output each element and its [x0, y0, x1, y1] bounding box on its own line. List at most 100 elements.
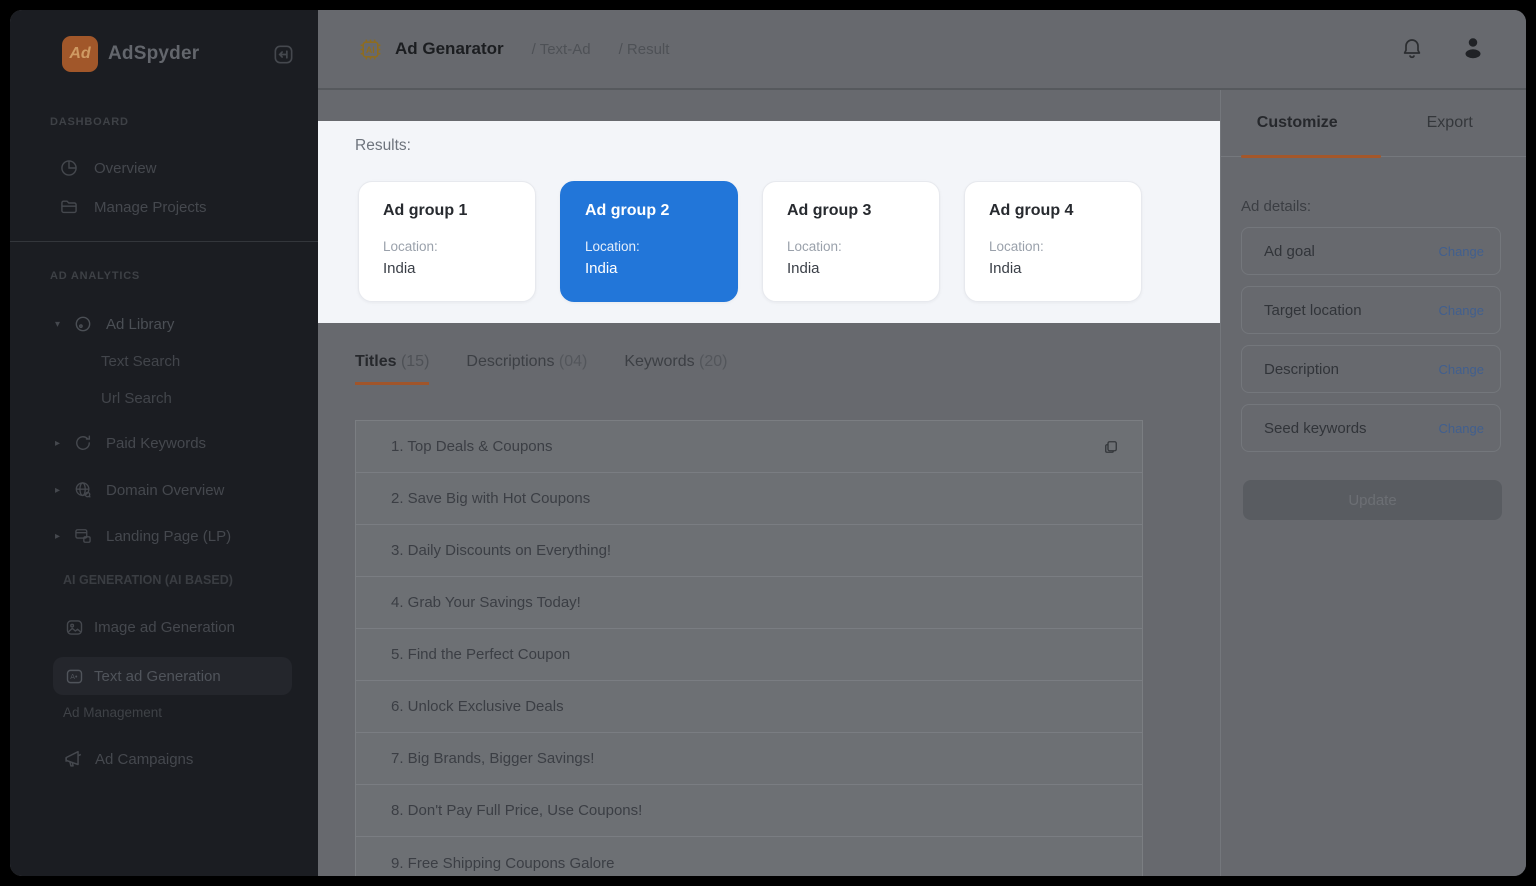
- ad-group-name: Ad group 4: [989, 202, 1074, 219]
- ad-group-card-2-selected[interactable]: Ad group 2 Location: India: [560, 181, 738, 302]
- sidebar-item-label: Ad Library: [106, 315, 175, 333]
- chevron-right-icon: ▸: [55, 484, 61, 496]
- sidebar-item-label: Text Search: [101, 352, 181, 370]
- sidebar-item-label: Paid Keywords: [106, 434, 207, 452]
- breadcrumb: AI Ad Genarator / Text-Ad / Result: [358, 37, 669, 62]
- sidebar-divider: [10, 241, 318, 242]
- customize-panel: Customize Export Ad details: Ad goal Cha…: [1220, 90, 1526, 876]
- tab-count: (15): [400, 353, 430, 370]
- tab-label: Descriptions: [466, 353, 555, 370]
- adspyder-logo-icon: Ad: [62, 36, 98, 72]
- location-label: Location:: [383, 239, 438, 254]
- detail-label: Seed keywords: [1264, 419, 1367, 437]
- titles-list: 1. Top Deals & Coupons 2. Save Big with …: [355, 420, 1143, 876]
- tab-customize[interactable]: Customize: [1221, 90, 1374, 156]
- text-ad-icon: A•: [64, 666, 85, 687]
- chevron-right-icon: ▸: [55, 530, 61, 542]
- title-row-4[interactable]: 4. Grab Your Savings Today!: [356, 577, 1142, 629]
- title-row-9[interactable]: 9. Free Shipping Coupons Galore: [356, 837, 1142, 876]
- ad-group-cards: Ad group 1 Location: India Ad group 2 Lo…: [358, 181, 1142, 302]
- sidebar-item-overview[interactable]: Overview: [10, 148, 318, 188]
- landing-page-icon: [73, 526, 93, 546]
- ad-group-card-3[interactable]: Ad group 3 Location: India: [762, 181, 940, 302]
- sidebar-item-text-ad-generation[interactable]: A• Text ad Generation: [10, 657, 318, 695]
- title-text: 6. Unlock Exclusive Deals: [391, 698, 564, 715]
- sidebar-collapse-icon[interactable]: [272, 43, 295, 66]
- tab-keywords[interactable]: Keywords (20): [624, 353, 727, 385]
- ad-details-label: Ad details:: [1241, 198, 1312, 215]
- detail-label: Target location: [1264, 301, 1362, 319]
- title-text: 7. Big Brands, Bigger Savings!: [391, 750, 595, 767]
- tab-export[interactable]: Export: [1374, 90, 1527, 156]
- tab-label: Keywords: [624, 353, 695, 370]
- breadcrumb-text-ad[interactable]: / Text-Ad: [532, 41, 591, 58]
- title-row-5[interactable]: 5. Find the Perfect Coupon: [356, 629, 1142, 681]
- app-window: Ad AdSpyder DASHBOARD Overview Manage Pr…: [10, 10, 1526, 876]
- update-button[interactable]: Update: [1243, 480, 1502, 520]
- active-tab-underline: [1241, 155, 1381, 158]
- detail-label: Description: [1264, 360, 1340, 378]
- change-seed-keywords-link[interactable]: Change: [1438, 421, 1484, 436]
- ad-library-icon: [73, 314, 93, 334]
- sidebar-item-ad-library[interactable]: ▾ Ad Library: [10, 304, 318, 344]
- ad-group-name: Ad group 1: [383, 202, 468, 219]
- change-target-location-link[interactable]: Change: [1438, 303, 1484, 318]
- logo[interactable]: Ad AdSpyder: [62, 36, 199, 72]
- sidebar-item-domain-overview[interactable]: ▸ Domain Overview: [10, 470, 318, 510]
- sidebar-item-text-search[interactable]: Text Search: [10, 348, 318, 374]
- location-value: India: [585, 260, 618, 277]
- location-label: Location:: [585, 239, 640, 254]
- svg-text:A•: A•: [70, 674, 78, 681]
- sidebar-item-ad-campaigns[interactable]: Ad Campaigns: [10, 739, 318, 779]
- breadcrumb-result[interactable]: / Result: [619, 41, 670, 58]
- section-label-ad-management: Ad Management: [63, 705, 163, 720]
- sidebar-item-label: Image ad Generation: [94, 618, 235, 636]
- tab-count: (04): [558, 353, 588, 370]
- sidebar-item-label: Ad Campaigns: [95, 750, 194, 768]
- sidebar-item-landing-page[interactable]: ▸ Landing Page (LP): [10, 516, 318, 556]
- user-avatar-icon[interactable]: [1458, 34, 1488, 64]
- globe-search-icon: [73, 480, 93, 500]
- change-description-link[interactable]: Change: [1438, 362, 1484, 377]
- title-row-2[interactable]: 2. Save Big with Hot Coupons: [356, 473, 1142, 525]
- section-label-dashboard: DASHBOARD: [50, 116, 129, 128]
- sidebar-item-label: Text ad Generation: [94, 667, 221, 685]
- page-title: Ad Genarator: [395, 39, 504, 58]
- ad-group-name: Ad group 3: [787, 202, 872, 219]
- chevron-down-icon: ▾: [55, 318, 61, 330]
- title-row-1[interactable]: 1. Top Deals & Coupons: [356, 421, 1142, 473]
- change-ad-goal-link[interactable]: Change: [1438, 244, 1484, 259]
- sidebar-item-url-search[interactable]: Url Search: [10, 385, 318, 411]
- detail-row-ad-goal: Ad goal Change: [1241, 227, 1501, 275]
- title-row-3[interactable]: 3. Daily Discounts on Everything!: [356, 525, 1142, 577]
- location-label: Location:: [787, 239, 842, 254]
- title-text: 2. Save Big with Hot Coupons: [391, 490, 591, 507]
- sidebar: Ad AdSpyder DASHBOARD Overview Manage Pr…: [10, 10, 318, 876]
- sidebar-item-paid-keywords[interactable]: ▸ Paid Keywords: [10, 423, 318, 463]
- tab-count: (20): [699, 353, 728, 370]
- title-row-8[interactable]: 8. Don't Pay Full Price, Use Coupons!: [356, 785, 1142, 837]
- detail-row-seed-keywords: Seed keywords Change: [1241, 404, 1501, 452]
- results-section: Results: Ad group 1 Location: India Ad g…: [318, 121, 1220, 323]
- notifications-bell-icon[interactable]: [1400, 37, 1424, 61]
- ad-group-card-1[interactable]: Ad group 1 Location: India: [358, 181, 536, 302]
- detail-row-target-location: Target location Change: [1241, 286, 1501, 334]
- folder-icon: [59, 197, 79, 217]
- tab-descriptions[interactable]: Descriptions (04): [466, 353, 587, 385]
- sidebar-item-manage-projects[interactable]: Manage Projects: [10, 187, 318, 227]
- tab-label: Titles: [355, 353, 397, 370]
- ad-group-card-4[interactable]: Ad group 4 Location: India: [964, 181, 1142, 302]
- sidebar-item-image-ad-generation[interactable]: Image ad Generation: [10, 607, 318, 647]
- title-row-7[interactable]: 7. Big Brands, Bigger Savings!: [356, 733, 1142, 785]
- content-tabs: Titles (15) Descriptions (04) Keywords (…: [355, 353, 728, 385]
- image-ad-icon: [64, 617, 85, 638]
- copy-icon[interactable]: [1102, 438, 1120, 456]
- tab-titles[interactable]: Titles (15): [355, 353, 430, 385]
- section-label-ai-generation: AI GENERATION (AI BASED): [63, 573, 233, 587]
- title-row-6[interactable]: 6. Unlock Exclusive Deals: [356, 681, 1142, 733]
- ai-chip-icon: AI: [358, 37, 383, 62]
- results-label: Results:: [355, 137, 411, 154]
- section-label-ad-analytics: AD ANALYTICS: [50, 270, 141, 282]
- pie-chart-icon: [59, 158, 79, 178]
- sidebar-item-label: Landing Page (LP): [106, 527, 232, 545]
